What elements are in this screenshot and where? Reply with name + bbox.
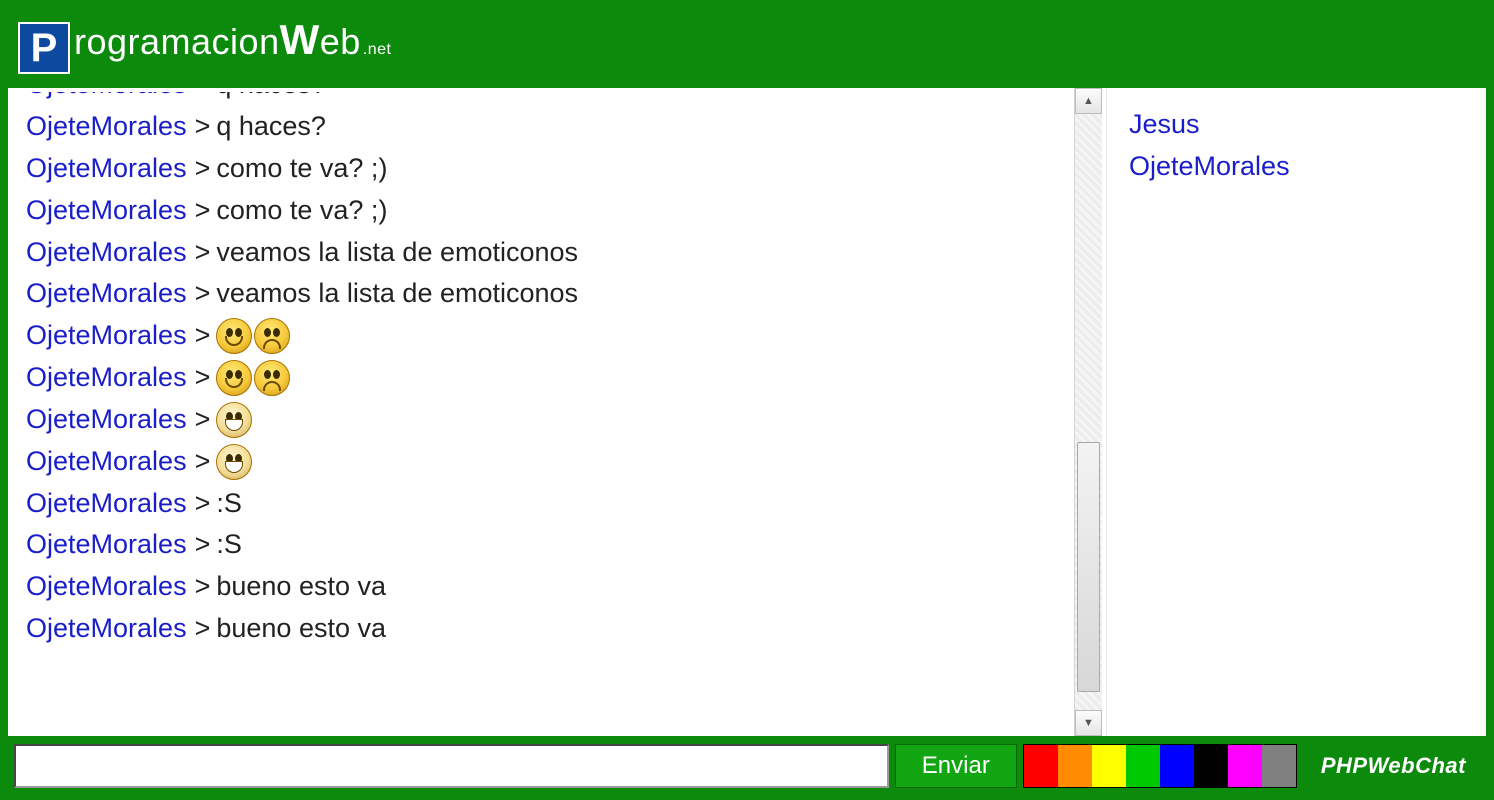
chat-text: como te va? ;) bbox=[216, 148, 387, 190]
chat-line: OjeteMorales>:S bbox=[26, 483, 1060, 525]
chat-line: OjeteMorales> bbox=[26, 315, 1060, 357]
smile-emoji-icon bbox=[216, 318, 252, 354]
chat-line: OjeteMorales>como te va? ;) bbox=[26, 190, 1060, 232]
chat-line: OjeteMorales> bbox=[26, 441, 1060, 483]
scroll-thumb[interactable] bbox=[1077, 442, 1100, 692]
color-swatch[interactable] bbox=[1092, 745, 1126, 787]
message-input[interactable] bbox=[14, 744, 889, 788]
sad-emoji-icon bbox=[254, 318, 290, 354]
chat-sep: > bbox=[187, 399, 217, 441]
chat-nick: OjeteMorales bbox=[26, 232, 187, 274]
chat-line: OjeteMorales> bbox=[26, 357, 1060, 399]
chat-text: :S bbox=[216, 524, 242, 566]
chat-sep: > bbox=[187, 106, 217, 148]
chat-line: OjeteMorales>como te va? ;) bbox=[26, 148, 1060, 190]
chat-line: OjeteMorales>:S bbox=[26, 524, 1060, 566]
color-swatch[interactable] bbox=[1024, 745, 1058, 787]
scroll-down-button[interactable]: ▼ bbox=[1075, 710, 1102, 736]
brand-label: PHPWebChat bbox=[1303, 744, 1480, 788]
chat-line: OjeteMorales>bueno esto va bbox=[26, 608, 1060, 650]
users-panel: JesusOjeteMorales bbox=[1106, 88, 1486, 736]
chat-text: bueno esto va bbox=[216, 566, 386, 608]
title-seg2: W bbox=[280, 16, 320, 64]
chat-sep: > bbox=[187, 315, 217, 357]
chat-text: :S bbox=[216, 483, 242, 525]
chat-nick: OjeteMorales bbox=[26, 524, 187, 566]
chat-sep: > bbox=[187, 92, 217, 99]
logo-box: P bbox=[18, 22, 70, 74]
chat-sep: > bbox=[187, 441, 217, 483]
footer: Enviar PHPWebChat bbox=[8, 736, 1486, 792]
color-swatch[interactable] bbox=[1262, 745, 1296, 787]
chat-sep: > bbox=[187, 608, 217, 650]
sad-emoji-icon bbox=[254, 360, 290, 396]
header: P rogramacionWeb.net bbox=[8, 8, 1486, 88]
chat-line: OjeteMorales>q haces? bbox=[26, 106, 1060, 148]
chat-text: q haces? bbox=[216, 92, 326, 99]
color-palette bbox=[1023, 744, 1297, 788]
chat-text: veamos la lista de emoticonos bbox=[216, 232, 578, 274]
chat-nick: OjeteMorales bbox=[26, 357, 187, 399]
chat-nick: OjeteMorales bbox=[26, 106, 187, 148]
title-seg3: eb bbox=[320, 18, 361, 66]
chat-nick: OjeteMorales bbox=[26, 566, 187, 608]
chat-line: OjeteMorales>veamos la lista de emoticon… bbox=[26, 232, 1060, 274]
scrollbar[interactable]: ▲ ▼ bbox=[1074, 88, 1102, 736]
chat-sep: > bbox=[187, 232, 217, 274]
chat-text: bueno esto va bbox=[216, 608, 386, 650]
title-suffix: .net bbox=[363, 26, 392, 74]
chat-panel: OjeteMorales>q haces? OjeteMorales>q hac… bbox=[8, 88, 1106, 736]
chat-nick: OjeteMorales bbox=[26, 608, 187, 650]
content: OjeteMorales>q haces? OjeteMorales>q hac… bbox=[8, 88, 1486, 736]
chat-nick: OjeteMorales bbox=[26, 315, 187, 357]
smile-emoji-icon bbox=[216, 360, 252, 396]
chat-nick: OjeteMorales bbox=[26, 483, 187, 525]
chat-nick: OjeteMorales bbox=[26, 273, 187, 315]
chat-nick: OjeteMorales bbox=[26, 190, 187, 232]
send-button[interactable]: Enviar bbox=[895, 744, 1017, 788]
color-swatch[interactable] bbox=[1058, 745, 1092, 787]
chat-nick: OjeteMorales bbox=[26, 441, 187, 483]
chat-text: como te va? ;) bbox=[216, 190, 387, 232]
color-swatch[interactable] bbox=[1126, 745, 1160, 787]
site-title: rogramacionWeb.net bbox=[74, 16, 391, 74]
user-list-item[interactable]: OjeteMorales bbox=[1129, 146, 1468, 188]
chat-messages: OjeteMorales>q haces? OjeteMorales>q hac… bbox=[8, 88, 1074, 736]
chat-line: OjeteMorales>bueno esto va bbox=[26, 566, 1060, 608]
chat-text: veamos la lista de emoticonos bbox=[216, 273, 578, 315]
chat-sep: > bbox=[187, 483, 217, 525]
chat-text: q haces? bbox=[216, 106, 326, 148]
color-swatch[interactable] bbox=[1228, 745, 1262, 787]
grin-emoji-icon bbox=[216, 444, 252, 480]
chat-app: P rogramacionWeb.net OjeteMorales>q hace… bbox=[0, 0, 1494, 800]
scroll-up-button[interactable]: ▲ bbox=[1075, 88, 1102, 114]
chat-sep: > bbox=[187, 273, 217, 315]
chat-nick: OjeteMorales bbox=[26, 399, 187, 441]
title-seg1: rogramacion bbox=[74, 18, 280, 66]
chat-nick: OjeteMorales bbox=[26, 148, 187, 190]
chat-line: OjeteMorales> bbox=[26, 399, 1060, 441]
chat-sep: > bbox=[187, 524, 217, 566]
color-swatch[interactable] bbox=[1194, 745, 1228, 787]
color-swatch[interactable] bbox=[1160, 745, 1194, 787]
user-list-item[interactable]: Jesus bbox=[1129, 104, 1468, 146]
chat-sep: > bbox=[187, 566, 217, 608]
chat-line: OjeteMorales>veamos la lista de emoticon… bbox=[26, 273, 1060, 315]
chat-sep: > bbox=[187, 190, 217, 232]
chat-nick: OjeteMorales bbox=[26, 92, 187, 99]
chat-sep: > bbox=[187, 148, 217, 190]
grin-emoji-icon bbox=[216, 402, 252, 438]
chat-line-cutoff: OjeteMorales>q haces? bbox=[26, 92, 1060, 106]
scroll-track[interactable] bbox=[1075, 114, 1102, 710]
chat-sep: > bbox=[187, 357, 217, 399]
